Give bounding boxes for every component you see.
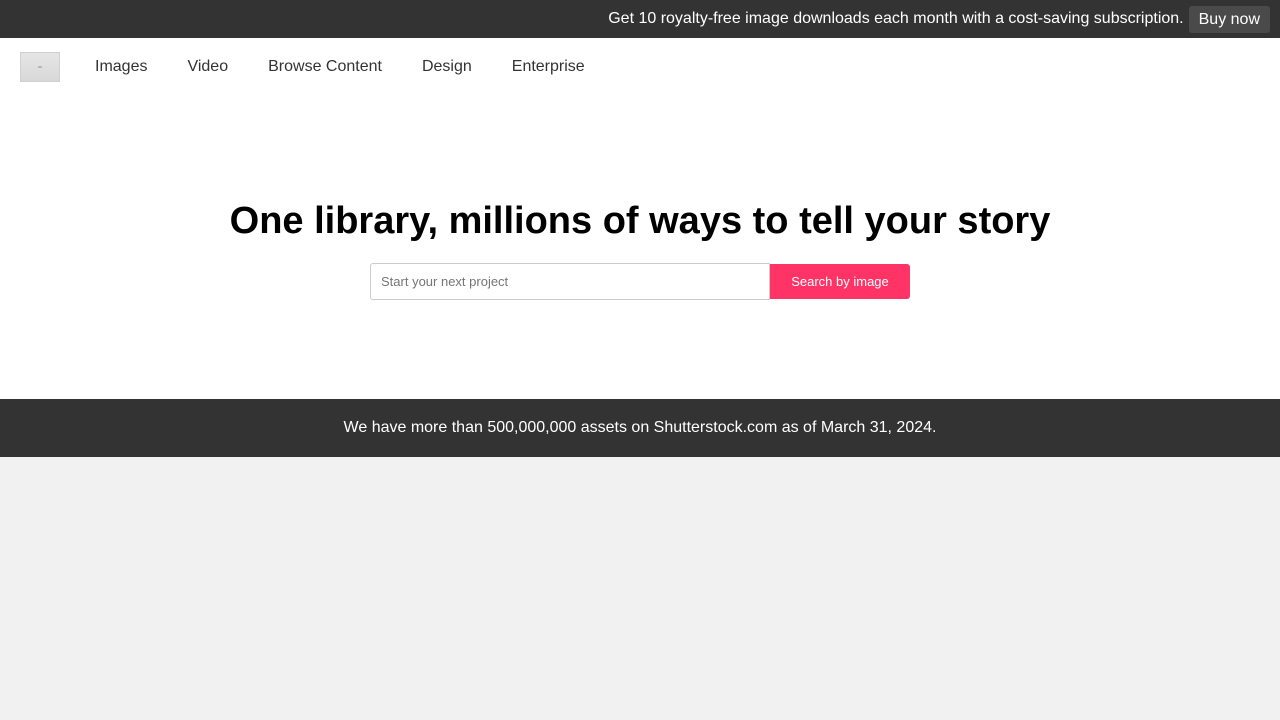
logo[interactable]: [20, 52, 60, 82]
main-nav: Images Video Browse Content Design Enter…: [0, 38, 1280, 96]
buy-now-button[interactable]: Buy now: [1188, 5, 1270, 33]
nav-item-design[interactable]: Design: [422, 58, 472, 76]
stats-banner: We have more than 500,000,000 assets on …: [0, 399, 1280, 457]
nav-item-browse-content[interactable]: Browse Content: [268, 58, 382, 76]
hero-section: One library, millions of ways to tell yo…: [0, 96, 1280, 399]
promo-text: Get 10 royalty-free image downloads each…: [608, 10, 1184, 27]
search-by-image-button[interactable]: Search by image: [770, 264, 910, 299]
nav-item-images[interactable]: Images: [95, 58, 147, 76]
hero-title: One library, millions of ways to tell yo…: [229, 200, 1051, 242]
nav-item-video[interactable]: Video: [187, 58, 228, 76]
stats-text: We have more than 500,000,000 assets on …: [343, 419, 937, 436]
search-bar: Search by image: [370, 263, 910, 300]
logo-image-icon: [38, 66, 42, 68]
search-input[interactable]: [370, 263, 770, 300]
nav-item-enterprise[interactable]: Enterprise: [512, 58, 585, 76]
promo-bar: Get 10 royalty-free image downloads each…: [0, 0, 1280, 38]
